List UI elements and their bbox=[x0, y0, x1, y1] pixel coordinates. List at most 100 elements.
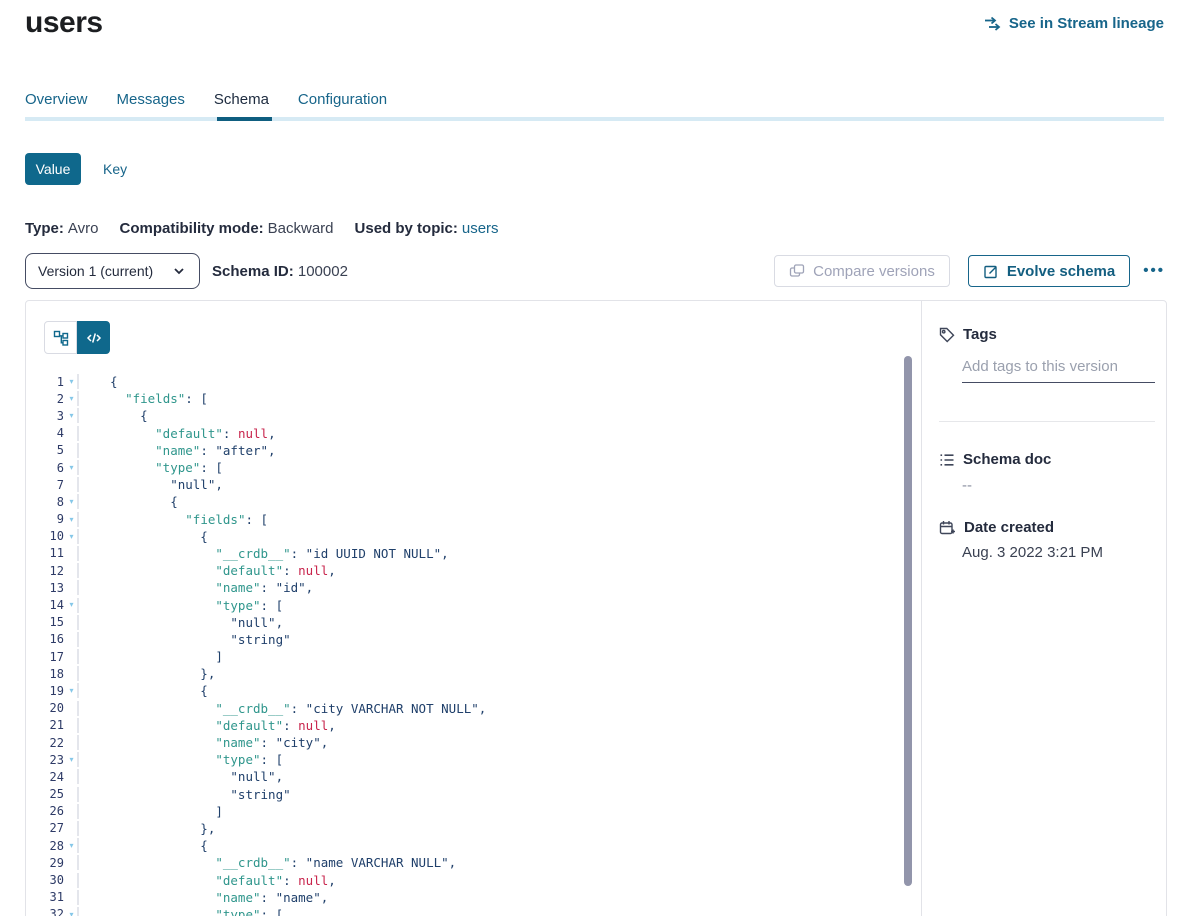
line-number: 11 bbox=[26, 546, 64, 560]
value-toggle-button[interactable]: Value bbox=[25, 153, 81, 185]
code-text: ] bbox=[77, 804, 896, 819]
tab-configuration[interactable]: Configuration bbox=[298, 91, 387, 108]
code-line: 14▾ "type": [ bbox=[26, 596, 896, 613]
tab-overview[interactable]: Overview bbox=[25, 91, 88, 108]
tags-title: Tags bbox=[963, 326, 997, 343]
line-number: 3 bbox=[26, 409, 64, 423]
date-created-value: Aug. 3 2022 3:21 PM bbox=[962, 544, 1103, 561]
line-number: 16 bbox=[26, 632, 64, 646]
line-number: 21 bbox=[26, 718, 64, 732]
code-text: "__crdb__": "id UUID NOT NULL", bbox=[77, 546, 896, 561]
tag-icon bbox=[939, 327, 955, 343]
code-line: 27 }, bbox=[26, 820, 896, 837]
more-options-button[interactable]: ••• bbox=[1143, 255, 1165, 287]
code-text: "name": "name", bbox=[77, 890, 896, 905]
code-text: "null", bbox=[77, 477, 896, 492]
code-view-button[interactable] bbox=[77, 321, 110, 354]
line-number: 31 bbox=[26, 890, 64, 904]
date-created-header: Date created bbox=[939, 519, 1054, 536]
code-line: 10▾ { bbox=[26, 528, 896, 545]
code-line: 13 "name": "id", bbox=[26, 579, 896, 596]
line-number: 28 bbox=[26, 839, 64, 853]
collapse-arrow-icon[interactable]: ▾ bbox=[66, 682, 77, 699]
code-text: "name": "id", bbox=[77, 580, 896, 595]
code-line: 28▾ { bbox=[26, 837, 896, 854]
code-text: "null", bbox=[77, 769, 896, 784]
code-text: { bbox=[77, 838, 896, 853]
code-text: "string" bbox=[77, 787, 896, 802]
code-text: }, bbox=[77, 821, 896, 836]
line-number: 15 bbox=[26, 615, 64, 629]
key-toggle-button[interactable]: Key bbox=[103, 161, 127, 177]
stream-lineage-link[interactable]: See in Stream lineage bbox=[984, 15, 1164, 32]
collapse-arrow-icon[interactable]: ▾ bbox=[66, 528, 77, 545]
code-line: 17 ] bbox=[26, 648, 896, 665]
date-created-title: Date created bbox=[964, 519, 1054, 536]
line-number: 17 bbox=[26, 650, 64, 664]
line-number: 26 bbox=[26, 804, 64, 818]
code-scrollbar[interactable] bbox=[904, 356, 912, 886]
code-line: 30 "default": null, bbox=[26, 871, 896, 888]
used-by-topic: Used by topic:users bbox=[355, 220, 499, 237]
collapse-arrow-icon[interactable]: ▾ bbox=[66, 407, 77, 424]
code-line: 29 "__crdb__": "name VARCHAR NULL", bbox=[26, 854, 896, 871]
tab-schema[interactable]: Schema bbox=[214, 91, 269, 108]
collapse-arrow-icon[interactable]: ▾ bbox=[66, 837, 77, 854]
code-line: 15 "null", bbox=[26, 614, 896, 631]
schema-meta-row: Type:Avro Compatibility mode:Backward Us… bbox=[25, 220, 499, 237]
code-line: 9▾ "fields": [ bbox=[26, 511, 896, 528]
code-text: { bbox=[77, 494, 896, 509]
line-number: 9 bbox=[26, 512, 64, 526]
tab-messages[interactable]: Messages bbox=[117, 91, 185, 108]
evolve-schema-button[interactable]: Evolve schema bbox=[968, 255, 1130, 287]
schema-doc-title: Schema doc bbox=[963, 451, 1051, 468]
code-text: "type": [ bbox=[77, 752, 896, 767]
code-text: "name": "city", bbox=[77, 735, 896, 750]
code-text: { bbox=[77, 529, 896, 544]
line-number: 22 bbox=[26, 736, 64, 750]
schema-id: Schema ID: 100002 bbox=[212, 263, 348, 280]
schema-doc-value: -- bbox=[962, 477, 972, 494]
line-number: 7 bbox=[26, 478, 64, 492]
compatibility-mode: Compatibility mode:Backward bbox=[119, 220, 333, 237]
line-number: 20 bbox=[26, 701, 64, 715]
code-line: 8▾ { bbox=[26, 493, 896, 510]
topic-link[interactable]: users bbox=[462, 220, 499, 237]
line-number: 29 bbox=[26, 856, 64, 870]
code-text: "type": [ bbox=[77, 460, 896, 475]
collapse-arrow-icon[interactable]: ▾ bbox=[66, 459, 77, 476]
code-line: 22 "name": "city", bbox=[26, 734, 896, 751]
code-editor: 1▾{2▾ "fields": [3▾ {4 "default": null,5… bbox=[26, 373, 896, 916]
collapse-arrow-icon[interactable]: ▾ bbox=[66, 373, 77, 390]
tree-view-button[interactable] bbox=[44, 321, 77, 354]
schema-sidebar: Tags Schema doc -- bbox=[922, 301, 1166, 916]
code-line: 18 }, bbox=[26, 665, 896, 682]
line-number: 32 bbox=[26, 907, 64, 916]
collapse-arrow-icon[interactable]: ▾ bbox=[66, 390, 77, 407]
collapse-arrow-icon[interactable]: ▾ bbox=[66, 493, 77, 510]
code-line: 5 "name": "after", bbox=[26, 442, 896, 459]
compare-versions-label: Compare versions bbox=[813, 263, 935, 280]
collapse-arrow-icon[interactable]: ▾ bbox=[66, 596, 77, 613]
collapse-arrow-icon[interactable]: ▾ bbox=[66, 751, 77, 768]
code-line: 19▾ { bbox=[26, 682, 896, 699]
stream-lineage-label: See in Stream lineage bbox=[1009, 15, 1164, 32]
schema-code-panel: 1▾{2▾ "fields": [3▾ {4 "default": null,5… bbox=[26, 301, 921, 916]
line-number: 8 bbox=[26, 495, 64, 509]
line-number: 24 bbox=[26, 770, 64, 784]
sidebar-divider bbox=[939, 421, 1155, 422]
line-number: 30 bbox=[26, 873, 64, 887]
tab-track bbox=[25, 117, 1164, 121]
version-select[interactable]: Version 1 (current) bbox=[25, 253, 200, 289]
code-line: 7 "null", bbox=[26, 476, 896, 493]
add-tags-input[interactable] bbox=[962, 354, 1155, 383]
page-title: users bbox=[25, 6, 103, 40]
calendar-plus-icon bbox=[939, 520, 956, 536]
compare-versions-button[interactable]: Compare versions bbox=[774, 255, 950, 287]
line-number: 12 bbox=[26, 564, 64, 578]
code-line: 2▾ "fields": [ bbox=[26, 390, 896, 407]
code-line: 6▾ "type": [ bbox=[26, 459, 896, 476]
collapse-arrow-icon[interactable]: ▾ bbox=[66, 906, 77, 916]
collapse-arrow-icon[interactable]: ▾ bbox=[66, 511, 77, 528]
topic-tabs: Overview Messages Schema Configuration bbox=[25, 91, 387, 108]
